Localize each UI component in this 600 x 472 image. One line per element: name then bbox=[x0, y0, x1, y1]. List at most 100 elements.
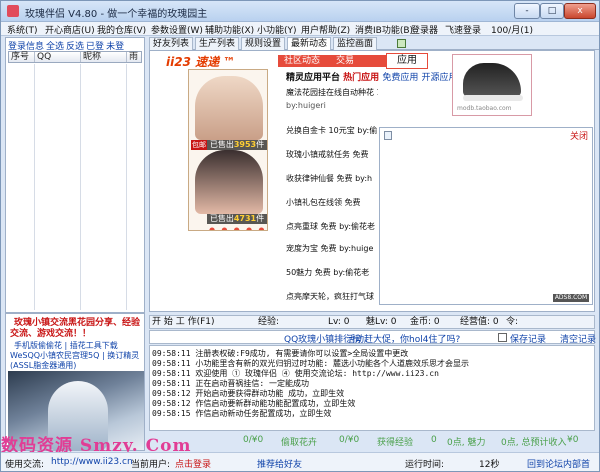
ad-popup: 关闭 ADS8.COM bbox=[379, 127, 593, 305]
site-nav: 社区动态 交易 应用 bbox=[278, 53, 428, 69]
model-image bbox=[195, 76, 263, 140]
col-qq[interactable]: QQ bbox=[35, 52, 81, 62]
product-ad[interactable]: modb.taobao.com bbox=[452, 54, 532, 116]
post-item[interactable]: 点亮摩天轮，疯狂打气球 bbox=[286, 291, 374, 302]
minimize-button[interactable]: - bbox=[514, 3, 540, 19]
model-image bbox=[195, 150, 263, 214]
shoe-sole bbox=[463, 95, 523, 101]
steal-value: 0/¥0 bbox=[339, 435, 360, 445]
free-shipping-badge: 包邮 bbox=[191, 140, 207, 150]
tab-rules[interactable]: 规则设置 bbox=[241, 37, 286, 50]
recommend-link[interactable]: 推荐给好友 bbox=[257, 457, 302, 470]
income-label: 0点, 总预计收入 bbox=[501, 438, 567, 448]
shoe-image bbox=[463, 63, 521, 97]
user-label: 当前用户: bbox=[131, 460, 171, 470]
post-item[interactable]: 收获律钟仙餐 免费 by:h bbox=[286, 173, 372, 184]
sold-caption: 已售出4731件 bbox=[207, 214, 267, 224]
menu-small-functions[interactable]: 小功能(Y) bbox=[257, 23, 297, 36]
activity-link[interactable]: 活动赶大促，你hol4住了吗? bbox=[346, 332, 460, 345]
runtime-label: 运行时间: bbox=[405, 460, 445, 470]
app-header: 精灵应用平台 热门应用 免费应用 开源应用 bbox=[286, 73, 458, 83]
free-apps-link[interactable]: 免费应用 bbox=[382, 73, 418, 83]
post-item[interactable]: 50魅力 免费 by:偷花老 bbox=[286, 267, 369, 278]
level-value: Lv: 0 bbox=[328, 317, 350, 327]
grid-line bbox=[34, 64, 35, 310]
exp-gain-label: 获得经验 bbox=[377, 438, 414, 448]
hot-apps-link[interactable]: 热门应用 bbox=[343, 73, 379, 83]
ling-label: 令: bbox=[506, 317, 519, 327]
clear-log-link[interactable]: 清空记录 bbox=[560, 332, 596, 345]
save-log-checkbox[interactable] bbox=[498, 333, 507, 342]
tab-latest[interactable]: 最新动态 bbox=[287, 37, 332, 51]
account-panel: 登录信息 全选 反选 已登 未登 序号 QQ 昵称 雨 bbox=[5, 37, 145, 313]
col-rain[interactable]: 雨 bbox=[127, 52, 143, 62]
charm-level-value: 魅Lv: 0 bbox=[366, 317, 397, 327]
tab-strip: 好友列表 生产列表 规则设置 最新动态 监控画面 bbox=[149, 37, 599, 51]
exp-gain-value: 0 bbox=[431, 435, 437, 445]
tab-production[interactable]: 生产列表 bbox=[195, 37, 240, 50]
log-area[interactable]: 09:58:11 注册表权破:F9成功, 有需要请你可以设置>全局设置中更改 0… bbox=[149, 345, 595, 431]
post-item[interactable]: 小镇礼包在线领 免费 bbox=[286, 197, 361, 208]
log-line: 09:58:15 作信启动新动任务配置成功，立即生效 bbox=[152, 409, 332, 418]
menu-warehouse[interactable]: 我的仓库(V) bbox=[97, 23, 146, 36]
promo-line[interactable]: (ASSL脂金器通用) bbox=[10, 360, 76, 371]
coins-value: 金币: 0 bbox=[410, 317, 440, 327]
menu-assist[interactable]: 辅助功能(X) bbox=[205, 23, 254, 36]
col-index[interactable]: 序号 bbox=[9, 52, 35, 62]
post-item[interactable]: 宠度为宝 免费 by:huige bbox=[286, 243, 373, 254]
grid-line bbox=[126, 64, 127, 310]
nav-trade[interactable]: 交易 bbox=[336, 55, 354, 67]
steal-count: 0/¥0 bbox=[243, 435, 264, 445]
business-value: 经营值: 0 bbox=[460, 317, 499, 327]
menu-bar: 系统(T) 开心商店(U) 我的仓库(V) 参数设置(W) 辅助功能(X) 小功… bbox=[1, 22, 599, 36]
save-log-label[interactable]: 保存记录 bbox=[510, 332, 546, 345]
usage-label: 使用交流: bbox=[5, 460, 45, 470]
menu-happy-shop[interactable]: 开心商店(U) bbox=[45, 23, 95, 36]
income-value: ¥0 bbox=[567, 435, 579, 445]
steal-label: 偷取花卉 bbox=[281, 438, 318, 448]
menu-fast-login[interactable]: 飞速登录 bbox=[445, 23, 481, 36]
status-bar: 使用交流: http://www.ii23.cn 当前用户: 点击登录 推荐给好… bbox=[1, 452, 599, 471]
app-icon bbox=[7, 5, 19, 17]
menu-login[interactable]: 登录器 bbox=[411, 23, 438, 36]
maximize-button[interactable]: □ bbox=[540, 3, 564, 19]
post-author: by:huigeri bbox=[286, 101, 326, 110]
charm-gain: 0点, 魅力 bbox=[447, 438, 486, 448]
menu-monthly[interactable]: 100/月(1) bbox=[491, 23, 533, 36]
tab-friends[interactable]: 好友列表 bbox=[149, 37, 194, 50]
command-bar: 开 始 工 作(F1) 经验: Lv: 0 魅Lv: 0 金币: 0 经营值: … bbox=[149, 315, 595, 329]
product-carousel[interactable]: 包邮 已售出3953件 已售出4731件 ● ● ● ● ● bbox=[188, 69, 268, 231]
account-table-header: 序号 QQ 昵称 雨 bbox=[8, 51, 142, 63]
login-link[interactable]: 点击登录 bbox=[175, 457, 211, 470]
grid-line bbox=[80, 64, 81, 310]
income-summary: 0/¥0 偷取花卉 0/¥0 获得经验 0 0点, 魅力 0点, 总预计收入 ¥… bbox=[149, 433, 595, 449]
menu-help[interactable]: 用户帮助(Z) bbox=[301, 23, 350, 36]
nav-community[interactable]: 社区动态 bbox=[284, 55, 320, 67]
site-logo[interactable]: ii23 速递 ™ bbox=[166, 53, 235, 70]
close-button[interactable]: x bbox=[564, 3, 596, 19]
title-bar: 玫瑰伴侣 V4.80 - 做一个幸福的玫瑰园主 - □ x bbox=[1, 1, 599, 22]
forum-link[interactable]: http://www.ii23.cn bbox=[51, 457, 133, 467]
menu-params[interactable]: 参数设置(W) bbox=[151, 23, 203, 36]
col-nickname[interactable]: 昵称 bbox=[81, 52, 127, 62]
post-item[interactable]: 魔法花园挂在线自动种花 10元宝 bbox=[286, 87, 378, 98]
menu-system[interactable]: 系统(T) bbox=[7, 23, 38, 36]
forum-home-link[interactable]: 回到论坛内部首 bbox=[527, 457, 590, 470]
exp-label: 经验: bbox=[258, 317, 280, 327]
links-bar: QQ玫瑰小镇排行榜 活动赶大促，你hol4住了吗? 保存记录 清空记录 bbox=[149, 330, 596, 345]
nav-apps[interactable]: 应用 bbox=[386, 53, 428, 69]
start-work-button[interactable]: 开 始 工 作(F1) bbox=[152, 317, 216, 328]
post-item[interactable]: 玫瑰小镇戒就任务 免费 bbox=[286, 149, 369, 160]
sold-caption: 已售出3953件 bbox=[207, 140, 267, 150]
post-item[interactable]: 兑换自金卡 10元宝 by:偷 bbox=[286, 125, 377, 136]
document-icon bbox=[384, 131, 392, 140]
popup-close-link[interactable]: 关闭 bbox=[570, 129, 588, 142]
carousel-dots[interactable]: ● ● ● ● ● bbox=[209, 226, 266, 230]
promo-line[interactable]: 交流、游戏交流！！ bbox=[10, 326, 91, 339]
menu-ib[interactable]: 消费IB功能(B) bbox=[355, 23, 413, 36]
tab-monitor[interactable]: 监控画面 bbox=[333, 37, 378, 50]
refresh-icon[interactable] bbox=[397, 39, 406, 48]
post-item[interactable]: 点亮重球 免费 by:偷花老 bbox=[286, 221, 375, 232]
shop-watermark: modb.taobao.com bbox=[457, 105, 512, 112]
main-window: 玫瑰伴侣 V4.80 - 做一个幸福的玫瑰园主 - □ x 系统(T) 开心商店… bbox=[0, 0, 600, 472]
